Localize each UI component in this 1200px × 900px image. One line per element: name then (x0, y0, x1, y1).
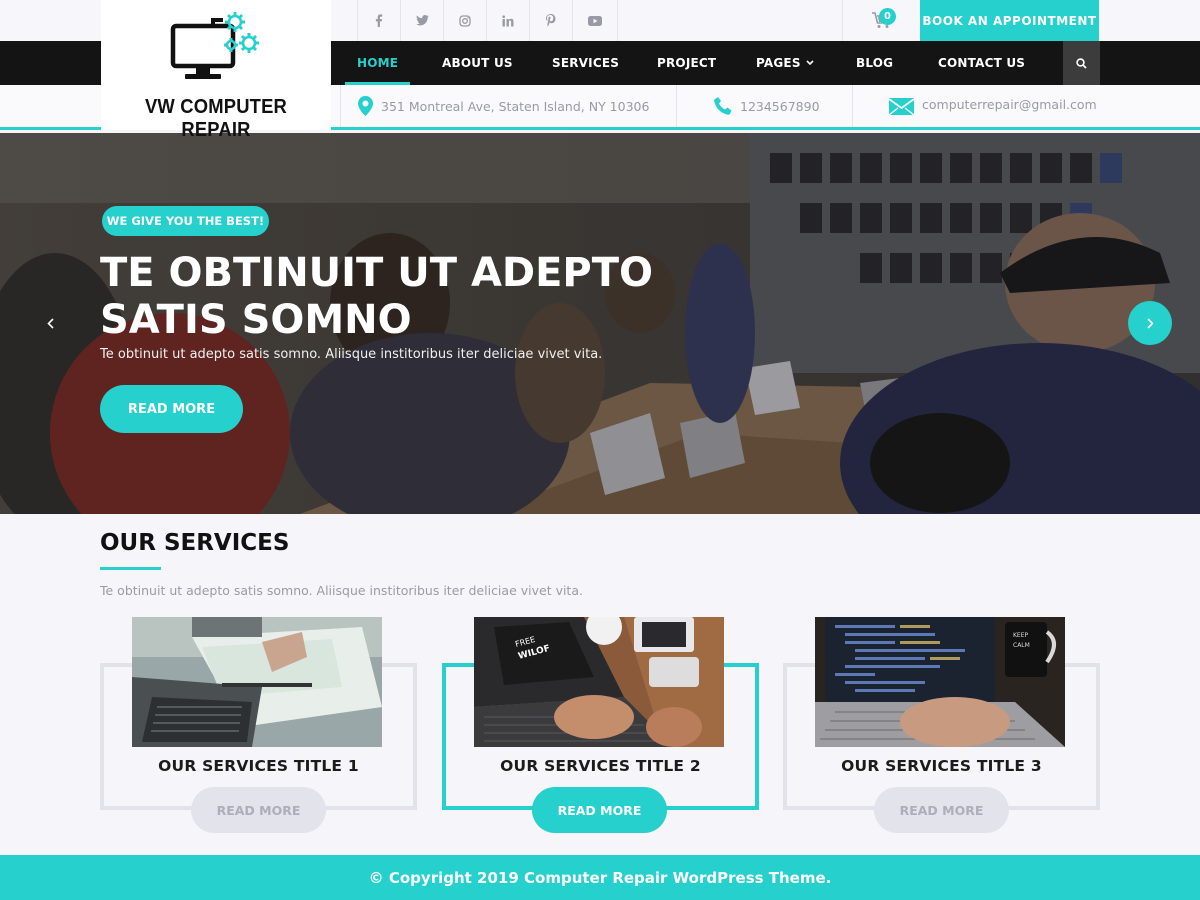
copyright-text: © Copyright 2019 Computer Repair WordPre… (368, 868, 832, 887)
phone-text[interactable]: 1234567890 (740, 99, 820, 114)
nav-pages[interactable]: PAGES (756, 41, 814, 85)
nav-pages-label: PAGES (756, 56, 801, 70)
service-card-1-read-more-button[interactable]: READ MORE (191, 787, 326, 833)
chevron-down-icon (806, 60, 814, 66)
phone-item: 1234567890 (714, 85, 820, 127)
nav-home[interactable]: HOME (344, 41, 411, 85)
nav-blog[interactable]: BLOG (856, 41, 893, 85)
facebook-icon[interactable] (357, 0, 400, 41)
address-text: 351 Montreal Ave, Staten Island, NY 1030… (381, 98, 650, 114)
main-nav: HOME ABOUT US SERVICES PROJECT PAGES BLO… (331, 41, 1063, 85)
hero-title-line-1: TE OBTINUIT UT ADEPTO (100, 250, 654, 296)
nav-about-us[interactable]: ABOUT US (442, 41, 513, 85)
computer-gears-logo-icon (170, 12, 259, 79)
hero-tagline-badge: WE GIVE YOU THE BEST! (102, 206, 269, 236)
linkedin-icon[interactable] (486, 0, 529, 41)
logo[interactable]: VW COMPUTER REPAIR (101, 0, 331, 141)
site-title: VW COMPUTER REPAIR (144, 96, 288, 141)
instagram-icon[interactable] (443, 0, 486, 41)
hero-title: TE OBTINUIT UT ADEPTO SATIS SOMNO (100, 250, 660, 344)
service-card-3-image: KEEP CALM (815, 617, 1065, 747)
search-icon (1076, 57, 1087, 69)
service-card-2-image: FREE WILOF (474, 617, 724, 747)
services-subtitle: Te obtinuit ut adepto satis somno. Aliis… (100, 583, 583, 598)
pinterest-icon[interactable] (529, 0, 572, 41)
cart-count-badge: 0 (879, 8, 896, 25)
slider-next-arrow[interactable] (1128, 301, 1172, 345)
service-card-2-title[interactable]: OUR SERVICES TITLE 2 (442, 757, 759, 775)
heading-underline (100, 567, 161, 570)
nav-contact-us[interactable]: CONTACT US (938, 41, 1025, 85)
search-button[interactable] (1063, 41, 1100, 85)
hero-subtitle: Te obtinuit ut adepto satis somno. Aliis… (100, 347, 603, 362)
hero-title-line-2: SATIS SOMNO (100, 297, 412, 343)
svg-text:KEEP: KEEP (1013, 632, 1029, 639)
service-card-3-read-more-button[interactable]: READ MORE (874, 787, 1009, 833)
services-heading: OUR SERVICES (100, 530, 290, 556)
phone-icon (714, 97, 732, 115)
chevron-right-icon (1146, 317, 1154, 329)
service-card-2-read-more-button[interactable]: READ MORE (532, 787, 667, 833)
email-text[interactable]: computerrepair@gmail.com (922, 97, 1097, 112)
book-appointment-button[interactable]: BOOK AN APPOINTMENT (920, 0, 1099, 41)
chevron-left-icon (46, 317, 54, 329)
social-links (357, 0, 618, 41)
service-card-3-title[interactable]: OUR SERVICES TITLE 3 (783, 757, 1100, 775)
slider-prev-arrow[interactable] (40, 310, 60, 336)
svg-text:CALM: CALM (1013, 642, 1030, 649)
hero-read-more-button[interactable]: READ MORE (100, 385, 243, 433)
email-item: computerrepair@gmail.com (889, 85, 1097, 127)
nav-services[interactable]: SERVICES (552, 41, 619, 85)
envelope-icon (889, 97, 914, 115)
cart-button[interactable]: 0 (842, 0, 920, 41)
address-item: 351 Montreal Ave, Staten Island, NY 1030… (358, 85, 649, 127)
service-card-1-title[interactable]: OUR SERVICES TITLE 1 (100, 757, 417, 775)
footer: © Copyright 2019 Computer Repair WordPre… (0, 855, 1200, 900)
youtube-icon[interactable] (572, 0, 618, 41)
nav-project[interactable]: PROJECT (657, 41, 716, 85)
location-pin-icon (358, 96, 373, 116)
twitter-icon[interactable] (400, 0, 443, 41)
service-card-1-image (132, 617, 382, 747)
